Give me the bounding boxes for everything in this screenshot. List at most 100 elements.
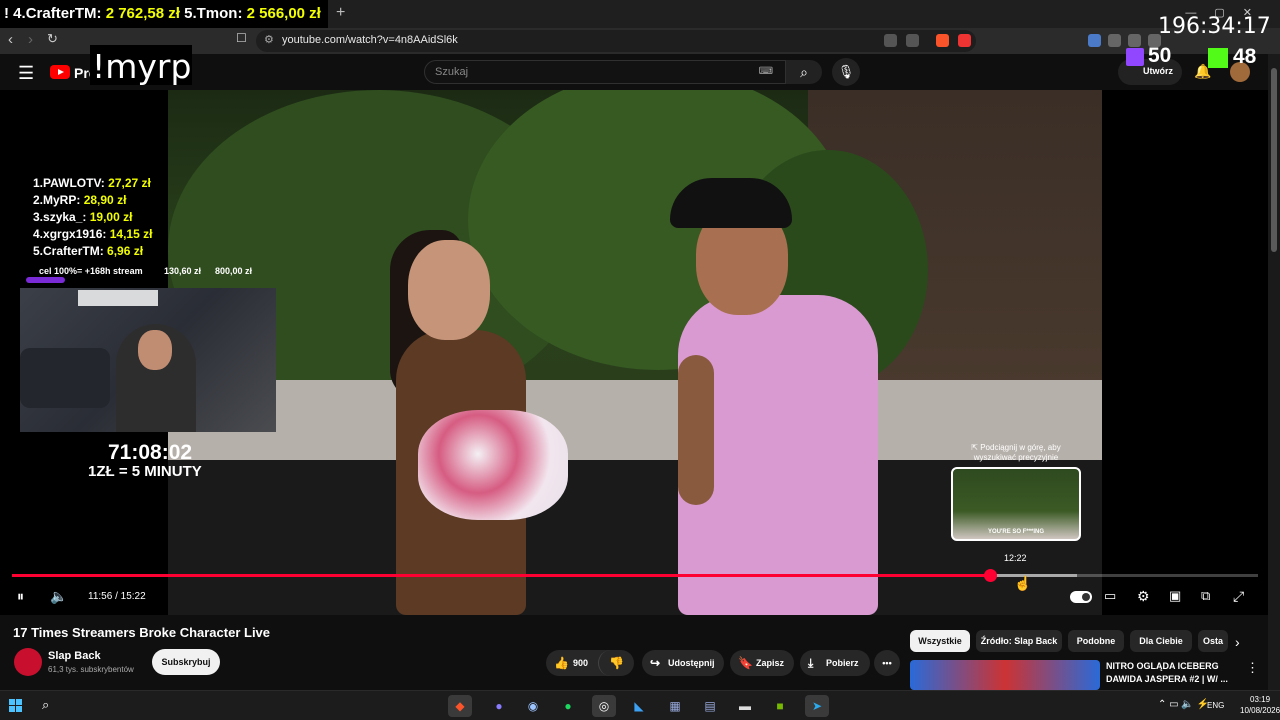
leaderboard-amount: 14,15 zł	[109, 227, 153, 241]
extension-icon[interactable]	[1088, 34, 1101, 47]
leaderboard-row: 5.CrafterTM: 6,96 zł	[33, 244, 152, 261]
ticker-rank: ! 4.	[4, 5, 26, 22]
start-tile	[9, 699, 15, 705]
steam-icon[interactable]: ◉	[521, 695, 545, 717]
autoplay-toggle[interactable]	[1070, 591, 1092, 603]
forward-icon[interactable]: ›	[28, 31, 33, 48]
nvidia-icon[interactable]: ■	[768, 695, 792, 717]
goal-progress-fill	[26, 277, 66, 283]
search-button[interactable]: ⌕	[786, 60, 822, 84]
bookmark-icon[interactable]: ☐	[236, 31, 247, 45]
seek-preview-thumbnail: YOU'RE SO F***ING	[951, 467, 1081, 541]
url-text[interactable]: youtube.com/watch?v=4n8AAidSl6k	[282, 34, 458, 46]
pause-button[interactable]: ⏸	[17, 588, 24, 605]
current-time: 11:56	[88, 591, 113, 602]
voice-search-button[interactable]: 🎙	[832, 58, 860, 86]
subscribe-button[interactable]: Subskrybuj	[152, 649, 220, 675]
command-text: !myrp	[92, 47, 192, 86]
subtitles-button[interactable]: ▭	[1104, 588, 1116, 604]
translate-icon[interactable]	[884, 34, 897, 47]
twitch-viewer-count: 50	[1148, 44, 1172, 67]
youtube-logo-icon[interactable]	[50, 65, 70, 79]
share-button[interactable]: ↪ Udostępnij	[642, 650, 724, 676]
extension-icon[interactable]	[1108, 34, 1121, 47]
recommended-video-title[interactable]: NITRO OGLĄDA ICEBERG DAWIDA JASPERA #2 |…	[1106, 660, 1236, 686]
progress-bar[interactable]	[12, 569, 1258, 582]
settings-gear-icon[interactable]: ⚙	[1137, 588, 1150, 605]
back-icon[interactable]: ‹	[8, 31, 13, 48]
download-button[interactable]: ⤓ Pobierz	[800, 650, 870, 676]
fullscreen-button[interactable]: ⤢	[1233, 588, 1244, 605]
webcam-overlay	[20, 288, 276, 432]
obs-icon[interactable]: ◎	[592, 695, 616, 717]
taskbar-search-icon[interactable]: ⌕	[42, 697, 49, 713]
app-icon[interactable]: ▤	[698, 695, 722, 717]
page-scrollbar[interactable]	[1268, 54, 1280, 690]
system-tray-icons[interactable]: ⌃ ▭ 🔈 ⚡	[1158, 699, 1209, 710]
miniplayer-button[interactable]: ▣	[1169, 588, 1181, 604]
chip-source[interactable]: Źródło: Slap Back	[976, 630, 1062, 652]
ticker-amount: 2 566,00 zł	[246, 5, 321, 22]
clock-time: 03:19	[1250, 695, 1271, 704]
app-icon[interactable]: ▦	[663, 695, 687, 717]
download-label: Pobierz	[826, 658, 859, 668]
kick-viewer-count: 48	[1233, 45, 1257, 68]
brave-shields-icon[interactable]	[936, 34, 949, 47]
spotify-icon[interactable]: ●	[556, 695, 580, 717]
url-field[interactable]: ⚙ youtube.com/watch?v=4n8AAidSl6k	[256, 30, 976, 52]
terminal-icon[interactable]: ▬	[733, 695, 757, 717]
cast-icon[interactable]	[906, 34, 919, 47]
taskbar-clock[interactable]: 03:19 10/08/2026	[1240, 694, 1280, 716]
reload-icon[interactable]: ↻	[47, 31, 58, 47]
more-horizontal-icon: •••	[882, 658, 892, 668]
leaderboard-amount: 27,27 zł	[108, 176, 151, 190]
save-button[interactable]: 🔖 Zapisz	[730, 650, 794, 676]
twitch-viewers: 50	[1126, 44, 1182, 68]
leaderboard-row: 3.szyka_: 19,00 zł	[33, 210, 152, 227]
leaderboard-name: CrafterTM:	[43, 244, 104, 258]
bookmark-icon: 🔖	[738, 656, 753, 670]
cast-button[interactable]: ⧉	[1201, 588, 1210, 604]
thumbs-up-icon: 👍	[554, 656, 569, 670]
thumbs-down-icon: 👎	[609, 656, 624, 670]
duration: 15:22	[120, 591, 146, 602]
leaderboard-rank: 4.	[33, 227, 44, 241]
start-tile	[16, 706, 22, 712]
keyboard-icon[interactable]: ⌨	[759, 66, 773, 77]
telegram-icon[interactable]: ➤	[805, 695, 829, 717]
windows-start-icon[interactable]	[9, 699, 23, 713]
chip-recent[interactable]: Osta	[1198, 630, 1228, 652]
chip-for-you[interactable]: Dla Ciebie	[1130, 630, 1192, 652]
chevron-right-icon[interactable]: ›	[1235, 634, 1240, 650]
site-info-icon[interactable]: ⚙	[264, 33, 274, 46]
preview-caption: YOU'RE SO F***ING	[987, 529, 1045, 535]
leaderboard-amount: 6,96 zł	[107, 244, 144, 258]
more-actions-button[interactable]: •••	[874, 650, 900, 676]
seek-preview-time: 12:22	[1004, 553, 1027, 563]
channel-avatar[interactable]	[14, 648, 42, 676]
vscode-icon[interactable]: ◣	[627, 695, 651, 717]
browser-address-bar: ‹ › ↻ ☐ ⚙ youtube.com/watch?v=4n8AAidSl6…	[0, 28, 1280, 54]
brave-rewards-icon[interactable]	[958, 34, 971, 47]
menu-icon[interactable]: ☰	[18, 63, 34, 84]
recommended-video-thumbnail[interactable]	[910, 660, 1100, 690]
input-language[interactable]: ENG	[1207, 701, 1224, 710]
chip-related[interactable]: Podobne	[1068, 630, 1124, 652]
search-input[interactable]: Szukaj ⌨	[424, 60, 786, 84]
ticker-rank: 5.	[179, 5, 197, 22]
discord-icon[interactable]: ●	[487, 695, 511, 717]
volume-button[interactable]: 🔈	[50, 588, 67, 605]
brave-browser-icon[interactable]: ◆	[448, 695, 472, 717]
windows-taskbar: ⌕ ◆ ● ◉ ● ◎ ◣ ▦ ▤ ▬ ■ ➤ ⌃ ▭ 🔈 ⚡ ENG 03:1…	[0, 690, 1280, 720]
new-tab-button[interactable]: +	[336, 4, 345, 22]
leaderboard-row: 2.MyRP: 28,90 zł	[33, 193, 152, 210]
dislike-button[interactable]: 👎	[598, 650, 634, 676]
share-icon: ↪	[650, 656, 661, 670]
person	[678, 355, 714, 505]
donation-leaderboard: 1.PAWLOTV: 27,27 zł 2.MyRP: 28,90 zł 3.s…	[33, 176, 152, 261]
chip-all[interactable]: Wszystkie	[910, 630, 970, 652]
more-vertical-icon[interactable]: ⋮	[1246, 660, 1259, 676]
scrollbar-thumb[interactable]	[1271, 68, 1277, 252]
channel-name[interactable]: Slap Back	[48, 650, 101, 662]
flower-bouquet	[418, 410, 568, 520]
